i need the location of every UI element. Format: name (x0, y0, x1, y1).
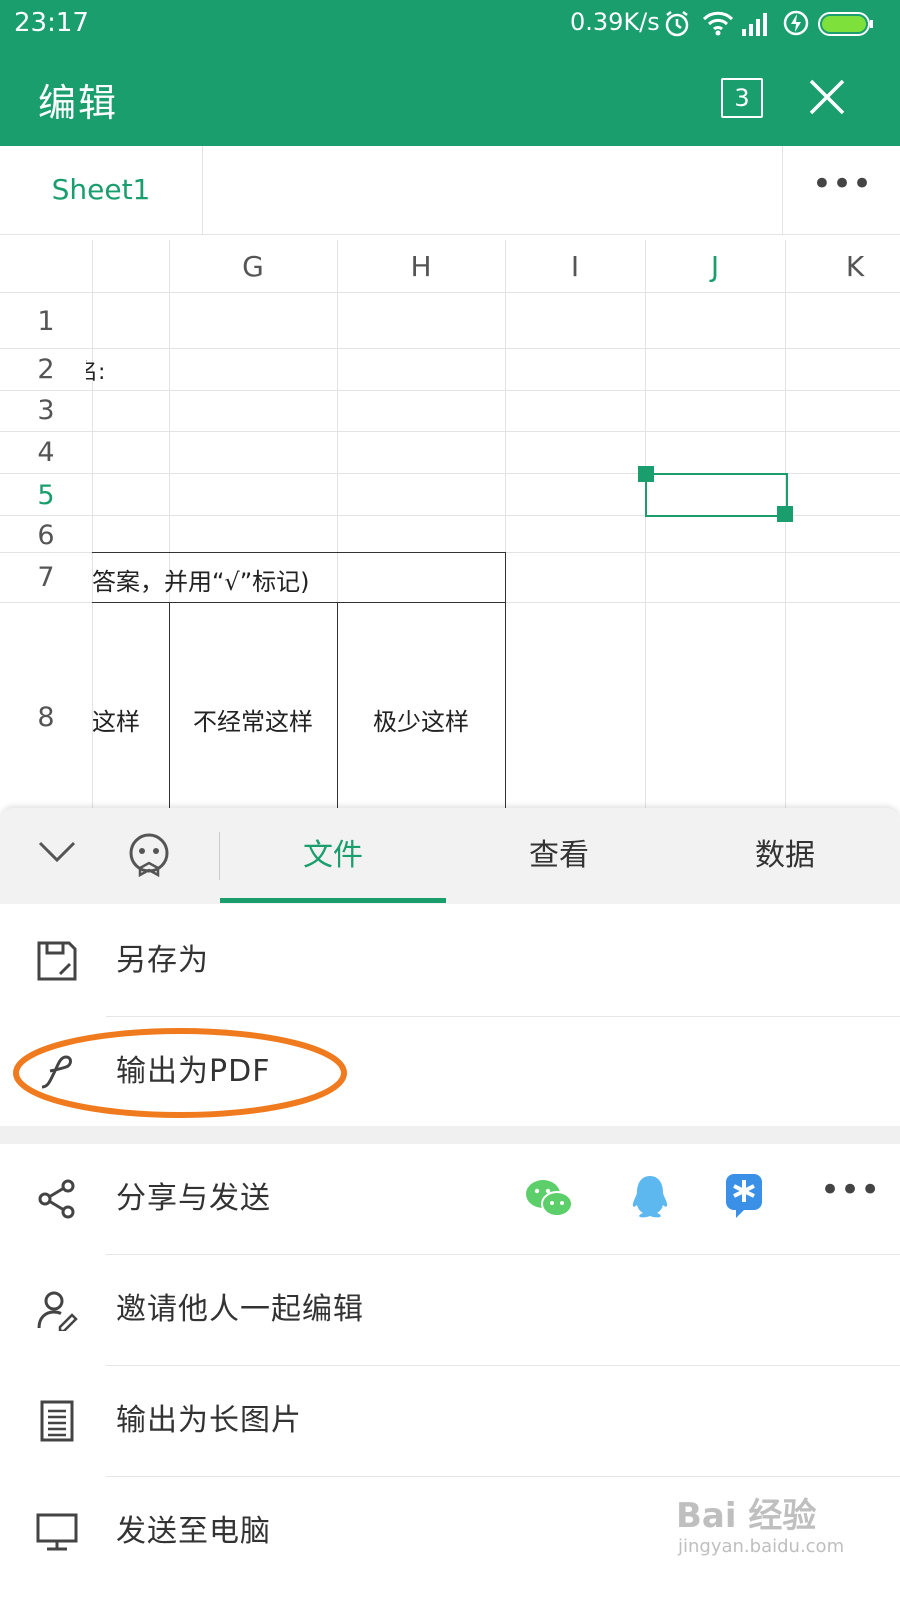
column-header-i[interactable]: I (505, 250, 645, 283)
wifi-icon (702, 10, 734, 36)
menu-label-save-as: 另存为 (116, 943, 209, 978)
signal-icon (742, 12, 772, 36)
chevron-down-icon[interactable] (38, 840, 76, 864)
row-header-5[interactable]: 5 (0, 480, 92, 511)
battery-icon (818, 12, 874, 36)
more-horizontal-icon[interactable]: ••• (820, 1170, 880, 1210)
alarm-icon (663, 10, 691, 38)
active-tab-indicator (220, 898, 446, 903)
watermark: Bai 经验 jingyan.baidu.com (676, 1478, 896, 1588)
cell-g8[interactable]: 不经常这样 (169, 702, 337, 737)
save-as-icon (36, 940, 78, 982)
cell-row7-text[interactable]: 答案，并用“√”标记) (92, 562, 310, 597)
watermark-subtext: jingyan.baidu.com (678, 1536, 845, 1557)
panel-tab-bar: 文件 查看 数据 (0, 808, 900, 904)
column-header-k[interactable]: K (785, 250, 900, 283)
row-header-8[interactable]: 8 (0, 702, 92, 733)
column-header-j[interactable]: J (645, 250, 785, 283)
close-icon[interactable] (808, 78, 846, 116)
menu-label-share: 分享与发送 (116, 1181, 271, 1216)
selection-handle-bottom-right[interactable] (777, 506, 793, 522)
spreadsheet-grid[interactable]: G H I J K 1 2 3 4 5 6 7 8 名: 答案，并用“√”标记)… (0, 240, 900, 810)
column-header-g[interactable]: G (169, 250, 337, 283)
section-gap (0, 1126, 900, 1144)
assistant-face-icon[interactable] (126, 832, 172, 878)
menu-item-save-as[interactable]: 另存为 (0, 906, 900, 1016)
cell-h8[interactable]: 极少这样 (337, 702, 505, 737)
highlight-ellipse (12, 1025, 348, 1121)
column-header-h[interactable]: H (337, 250, 505, 283)
row-header-3[interactable]: 3 (0, 395, 92, 426)
app-header: 编辑 3 (0, 48, 900, 146)
dingtalk-icon[interactable] (724, 1172, 764, 1220)
row-header-6[interactable]: 6 (0, 520, 92, 551)
charging-icon (782, 9, 810, 37)
tab-data[interactable]: 数据 (672, 808, 898, 904)
menu-label-long-image: 输出为长图片 (116, 1403, 302, 1438)
row-header-1[interactable]: 1 (0, 306, 92, 337)
menu-item-invite[interactable]: 邀请他人一起编辑 (0, 1255, 900, 1365)
status-time: 23:17 (14, 8, 89, 38)
network-speed: 0.39K/s (570, 8, 660, 36)
menu-item-export-pdf[interactable]: 输出为PDF (0, 1017, 900, 1127)
computer-icon (36, 1511, 78, 1553)
tab-view[interactable]: 查看 (446, 808, 672, 904)
menu-label-send-to-computer: 发送至电脑 (116, 1514, 271, 1549)
long-image-icon (36, 1400, 78, 1442)
page-count-button[interactable]: 3 (721, 78, 763, 118)
row-header-2[interactable]: 2 (0, 354, 92, 385)
bottom-menu-panel: 文件 查看 数据 另存为 输出为PDF 分享与发送 ••• 邀请他人一起编辑 输… (0, 808, 900, 1600)
invite-user-icon (36, 1289, 78, 1331)
page-title: 编辑 (38, 81, 119, 125)
row-header-4[interactable]: 4 (0, 437, 92, 468)
row-header-7[interactable]: 7 (0, 562, 92, 593)
wechat-icon[interactable] (524, 1176, 574, 1222)
cell-selection[interactable] (645, 473, 788, 517)
sheet-tab-bar: Sheet1 ••• (0, 146, 900, 235)
menu-item-long-image[interactable]: 输出为长图片 (0, 1366, 900, 1476)
more-horizontal-icon[interactable]: ••• (782, 146, 900, 234)
menu-label-invite: 邀请他人一起编辑 (116, 1292, 364, 1327)
share-icon (36, 1178, 78, 1220)
selection-handle-top-left[interactable] (638, 466, 654, 482)
cell-f2-fragment[interactable]: 名: (86, 354, 116, 386)
qq-icon[interactable] (630, 1174, 670, 1220)
tab-file[interactable]: 文件 (220, 808, 446, 904)
status-bar: 23:17 0.39K/s (0, 0, 900, 48)
watermark-text: Bai 经验 (676, 1496, 817, 1536)
tab-sheet1[interactable]: Sheet1 (0, 146, 203, 234)
menu-item-share[interactable]: 分享与发送 ••• (0, 1144, 900, 1254)
cell-f8[interactable]: 这样 (92, 702, 140, 737)
